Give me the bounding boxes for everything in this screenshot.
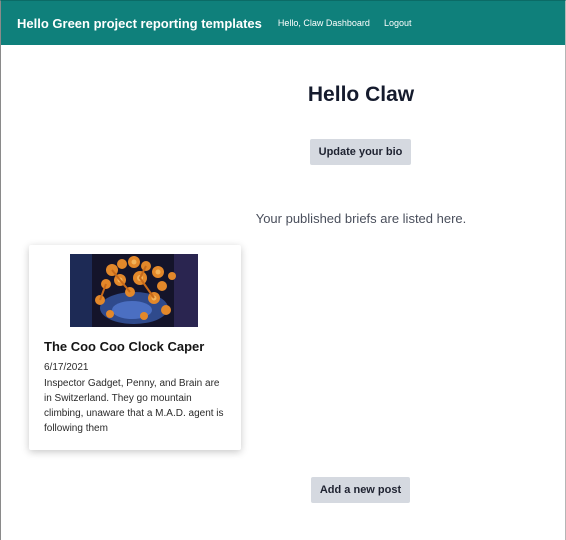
- update-bio-button[interactable]: Update your bio: [310, 139, 411, 165]
- brief-thumbnail-image[interactable]: [70, 254, 198, 327]
- page-title: Hello Claw: [307, 83, 415, 106]
- add-post-button[interactable]: Add a new post: [311, 477, 410, 503]
- brief-thumbnail-art: [70, 254, 198, 327]
- nav-link-dashboard[interactable]: Hello, Claw Dashboard: [278, 18, 370, 28]
- brand-link[interactable]: Hello Green project reporting templates: [17, 16, 262, 31]
- browser-viewport: Hello Green project reporting templates …: [0, 0, 566, 540]
- brief-title[interactable]: The Coo Coo Clock Caper: [44, 339, 227, 354]
- brief-card[interactable]: The Coo Coo Clock Caper 6/17/2021 Inspec…: [29, 245, 241, 450]
- nav-link-logout[interactable]: Logout: [384, 18, 412, 28]
- brief-description: Inspector Gadget, Penny, and Brain are i…: [44, 378, 224, 434]
- top-navbar: Hello Green project reporting templates …: [1, 1, 565, 45]
- brief-date: 6/17/2021: [44, 362, 89, 373]
- briefs-note: Your published briefs are listed here.: [255, 211, 467, 226]
